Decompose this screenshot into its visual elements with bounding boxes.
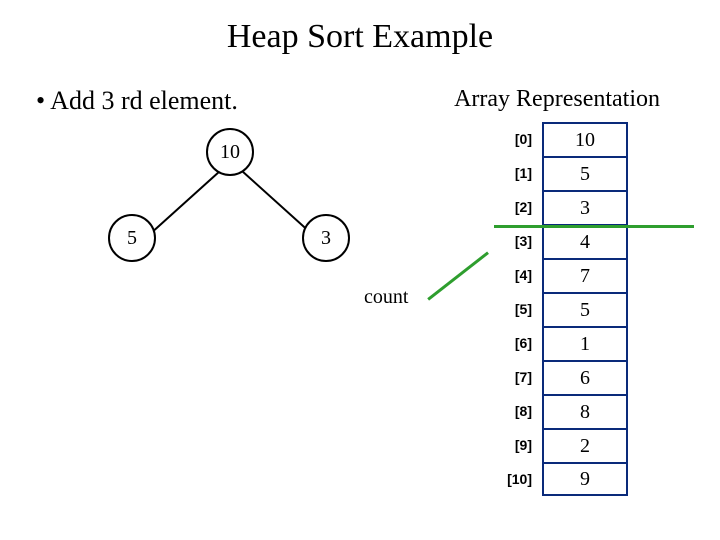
array-index: [10] xyxy=(490,471,542,487)
tree-node-left: 5 xyxy=(108,214,156,262)
array-index: [1] xyxy=(490,165,542,181)
array-cell: 5 xyxy=(542,292,628,326)
table-row: [5] 5 xyxy=(490,292,628,326)
table-row: [8] 8 xyxy=(490,394,628,428)
slide-title: Heap Sort Example xyxy=(0,0,720,56)
table-row: [2] 3 xyxy=(490,190,628,224)
tree-node-root: 10 xyxy=(206,128,254,176)
array-representation-label: Array Representation xyxy=(454,86,660,113)
array-index: [2] xyxy=(490,199,542,215)
count-label: count xyxy=(364,286,408,309)
table-row: [1] 5 xyxy=(490,156,628,190)
tree-node-right: 3 xyxy=(302,214,350,262)
array-index: [9] xyxy=(490,437,542,453)
array-index: [4] xyxy=(490,267,542,283)
bullet-text: • Add 3 rd element. xyxy=(36,86,238,116)
array-index: [6] xyxy=(490,335,542,351)
array-cell: 4 xyxy=(542,224,628,258)
array-cell: 6 xyxy=(542,360,628,394)
table-row: [6] 1 xyxy=(490,326,628,360)
count-arrow xyxy=(427,251,488,300)
array-cell: 8 xyxy=(542,394,628,428)
table-row: [0] 10 xyxy=(490,122,628,156)
array-cell: 7 xyxy=(542,258,628,292)
array-cell: 2 xyxy=(542,428,628,462)
count-highlight-line xyxy=(494,225,694,228)
array-cell: 10 xyxy=(542,122,628,156)
array-index: [5] xyxy=(490,301,542,317)
array-cell: 1 xyxy=(542,326,628,360)
table-row: [10] 9 xyxy=(490,462,628,496)
table-row: [3] 4 xyxy=(490,224,628,258)
array-index: [7] xyxy=(490,369,542,385)
array-cell: 3 xyxy=(542,190,628,224)
array-index: [3] xyxy=(490,233,542,249)
table-row: [9] 2 xyxy=(490,428,628,462)
array-cell: 9 xyxy=(542,462,628,496)
array-index: [0] xyxy=(490,131,542,147)
array-table: [0] 10 [1] 5 [2] 3 [3] 4 [4] 7 [5] 5 [6]… xyxy=(490,122,628,496)
array-index: [8] xyxy=(490,403,542,419)
array-cell: 5 xyxy=(542,156,628,190)
table-row: [7] 6 xyxy=(490,360,628,394)
table-row: [4] 7 xyxy=(490,258,628,292)
